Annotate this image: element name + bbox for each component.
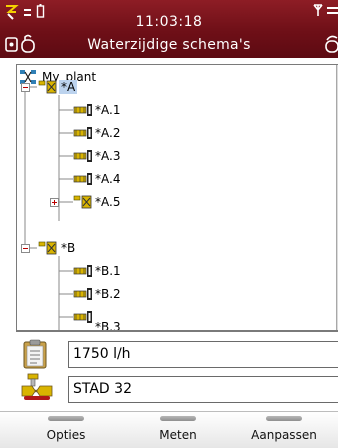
tree-node-A1[interactable]: *A.1	[93, 100, 122, 120]
tree-node-label: *A.5	[95, 195, 121, 209]
tree-node-A4[interactable]: *A.4	[93, 169, 122, 189]
collapse-icon[interactable]	[21, 83, 30, 92]
softkey-right-indicator	[266, 416, 302, 421]
tree-node-A3[interactable]: *A.3	[93, 146, 122, 166]
tree-node-B[interactable]: *B	[59, 238, 77, 258]
tree-node-label: *B.2	[95, 287, 121, 301]
valve-icon	[73, 125, 93, 141]
valve-icon	[73, 309, 93, 325]
adjust-softkey[interactable]: Aanpassen	[234, 428, 334, 442]
tree-node-label: *B.1	[95, 264, 121, 278]
tree-node-A5[interactable]: *A.5	[93, 192, 122, 212]
options-softkey[interactable]: Opties	[16, 428, 116, 442]
valve-group-icon	[38, 240, 58, 256]
tree-node-A2[interactable]: *A.2	[93, 123, 122, 143]
valve-type-field[interactable]: STAD 32	[68, 376, 338, 403]
valve-icon	[73, 148, 93, 164]
tree-node-label: *A.1	[95, 103, 121, 117]
tree-node-A[interactable]: *A	[59, 77, 78, 97]
valve-icon	[73, 263, 93, 279]
collapse-icon[interactable]	[21, 244, 30, 253]
valve-icon	[73, 286, 93, 302]
valve-icon	[73, 102, 93, 118]
clipboard-icon	[23, 339, 47, 369]
plant-tree[interactable]: My_plant *A *A.1 *A.2 *A.3 *A.4 *A.5 *B …	[16, 64, 338, 332]
clock-time: 11:03:18	[135, 14, 203, 30]
flow-value-field[interactable]: 1750 l/h	[68, 341, 338, 368]
tree-connector-lines	[24, 86, 73, 331]
tree-divider	[16, 330, 338, 331]
tree-node-label: *A.4	[95, 172, 121, 186]
measure-softkey[interactable]: Meten	[128, 428, 228, 442]
tree-node-B2[interactable]: *B.2	[93, 284, 123, 304]
tree-node-label: *B	[61, 241, 76, 255]
softkey-middle-indicator	[160, 416, 196, 421]
valve-type-icon	[20, 372, 54, 402]
valve-group-icon	[38, 79, 58, 95]
tree-node-label: *A	[59, 80, 78, 94]
tree-node-label: *A.2	[95, 126, 121, 140]
softkey-left-indicator	[48, 416, 84, 421]
valve-group-icon	[73, 194, 93, 210]
tree-node-B1[interactable]: *B.1	[93, 261, 123, 281]
expand-icon[interactable]	[50, 198, 59, 207]
screen-title: Waterzijdige schema's	[87, 37, 251, 53]
header-bar: 11:03:18 Waterzijdige schema's	[0, 0, 338, 58]
valve-icon	[73, 171, 93, 187]
tree-node-label: *A.3	[95, 149, 121, 163]
